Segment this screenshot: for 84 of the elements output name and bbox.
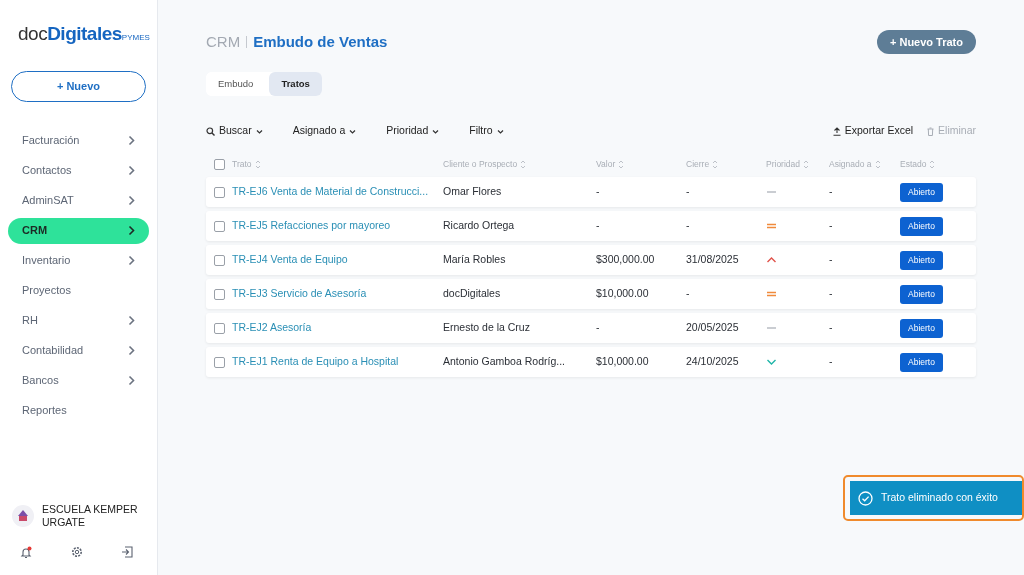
- table-cell-text: -: [829, 354, 834, 370]
- status-button[interactable]: Abierto: [900, 352, 943, 372]
- table-cell-text: Ernesto de la Cruz: [443, 320, 531, 336]
- filter-dropdown[interactable]: Filtro: [469, 123, 504, 139]
- deal-link[interactable]: TR-EJ4 Venta de Equipo: [232, 252, 443, 268]
- row-checkbox[interactable]: [214, 220, 225, 232]
- row-checkbox[interactable]: [214, 288, 225, 300]
- sort-icon[interactable]: [618, 159, 625, 169]
- deal-link[interactable]: TR-EJ3 Servicio de Asesoría: [232, 286, 443, 302]
- status-button[interactable]: Abierto: [900, 216, 943, 236]
- tab[interactable]: Tratos: [269, 72, 322, 96]
- sidebar-item[interactable]: AdminSAT: [8, 187, 149, 214]
- table-cell-text: $10,000.00: [596, 354, 650, 370]
- table-cell-text: $10,000.00: [596, 286, 650, 302]
- table-cell-text: -: [829, 286, 834, 302]
- caret-icon: [496, 128, 504, 134]
- table-cell-text: 24/10/2025: [686, 354, 740, 370]
- table-cell-text: Antonio Gamboa Rodríg...: [443, 354, 566, 370]
- status-button[interactable]: Abierto: [900, 318, 943, 338]
- table-cell-text: -: [829, 218, 834, 234]
- avatar-icon: [12, 505, 34, 528]
- check-circle-icon: [858, 490, 873, 506]
- sort-icon[interactable]: [803, 159, 810, 169]
- table-cell-text: 31/08/2025: [686, 252, 740, 268]
- table-cell-text: -: [686, 218, 691, 234]
- bell-icon[interactable]: [20, 546, 32, 559]
- logout-icon[interactable]: [121, 546, 133, 558]
- sidebar-item[interactable]: Contabilidad: [8, 337, 149, 364]
- sidebar-item[interactable]: RH: [8, 307, 149, 334]
- deal-link[interactable]: TR-EJ6 Venta de Material de Construcci...: [232, 184, 443, 200]
- filter-dropdown[interactable]: Asignado a: [292, 123, 357, 139]
- table-cell-text: -: [829, 252, 834, 268]
- select-all-checkbox[interactable]: [214, 158, 225, 170]
- status-button[interactable]: Abierto: [900, 284, 943, 304]
- row-checkbox[interactable]: [214, 322, 225, 334]
- status-button[interactable]: Abierto: [900, 182, 943, 202]
- table-cell-text: -: [829, 320, 834, 336]
- table-cell-text: docDigitales: [443, 286, 502, 302]
- upload-icon: [832, 126, 841, 136]
- logo: docDigitalesPYMES: [17, 22, 149, 46]
- deal-link[interactable]: TR-EJ2 Asesoría: [232, 320, 443, 336]
- filter-dropdown[interactable]: Prioridad: [386, 123, 440, 139]
- table-cell-text: -: [596, 184, 601, 200]
- row-checkbox[interactable]: [214, 254, 225, 266]
- filter-dropdown[interactable]: Buscar: [206, 123, 263, 139]
- status-button[interactable]: Abierto: [900, 250, 943, 270]
- table-cell-text: -: [596, 218, 601, 234]
- new-deal-button[interactable]: + Nuevo Trato: [876, 30, 976, 54]
- sidebar-item[interactable]: Inventario: [8, 247, 149, 274]
- table-cell-text: -: [596, 320, 601, 336]
- caret-icon: [349, 128, 357, 134]
- new-button[interactable]: + Nuevo: [11, 70, 146, 102]
- deal-link[interactable]: TR-EJ5 Refacciones por mayoreo: [232, 218, 443, 234]
- caret-icon: [432, 128, 440, 134]
- sort-icon[interactable]: [254, 159, 261, 169]
- sort-icon[interactable]: [874, 159, 881, 169]
- sort-icon[interactable]: [520, 159, 527, 169]
- sidebar-item[interactable]: Reportes: [8, 397, 149, 424]
- deal-link[interactable]: TR-EJ1 Renta de Equipo a Hospital: [232, 354, 443, 370]
- sidebar-item[interactable]: Contactos: [8, 157, 149, 184]
- sidebar-item[interactable]: Facturación: [8, 127, 149, 154]
- trash-icon: [927, 126, 935, 136]
- account-name: ESCUELA KEMPER URGATE: [42, 502, 139, 530]
- table-cell-text: -: [829, 184, 834, 200]
- table-cell-text: $300,000.00: [596, 252, 656, 268]
- table-cell-text: Ricardo Ortega: [443, 218, 516, 234]
- sidebar-item[interactable]: Bancos: [8, 367, 149, 394]
- sort-icon[interactable]: [929, 159, 936, 169]
- table-cell-text: 20/05/2025: [686, 320, 740, 336]
- table-cell-text: -: [686, 184, 691, 200]
- search-icon: [206, 126, 215, 136]
- export-button[interactable]: Exportar Excel: [832, 123, 914, 139]
- settings-icon[interactable]: [70, 546, 83, 558]
- sort-icon[interactable]: [712, 159, 719, 169]
- row-checkbox[interactable]: [214, 356, 225, 368]
- table-cell-text: María Robles: [443, 252, 507, 268]
- sidebar-item[interactable]: Proyectos: [8, 277, 149, 304]
- toast: Trato eliminado con éxito: [850, 481, 1022, 515]
- table-cell-text: -: [686, 286, 691, 302]
- row-checkbox[interactable]: [214, 186, 225, 198]
- sidebar-item[interactable]: CRM: [8, 217, 149, 244]
- page-title: CRM Embudo de Ventas: [206, 31, 388, 52]
- caret-icon: [255, 128, 263, 134]
- table-cell-text: Omar Flores: [443, 184, 503, 200]
